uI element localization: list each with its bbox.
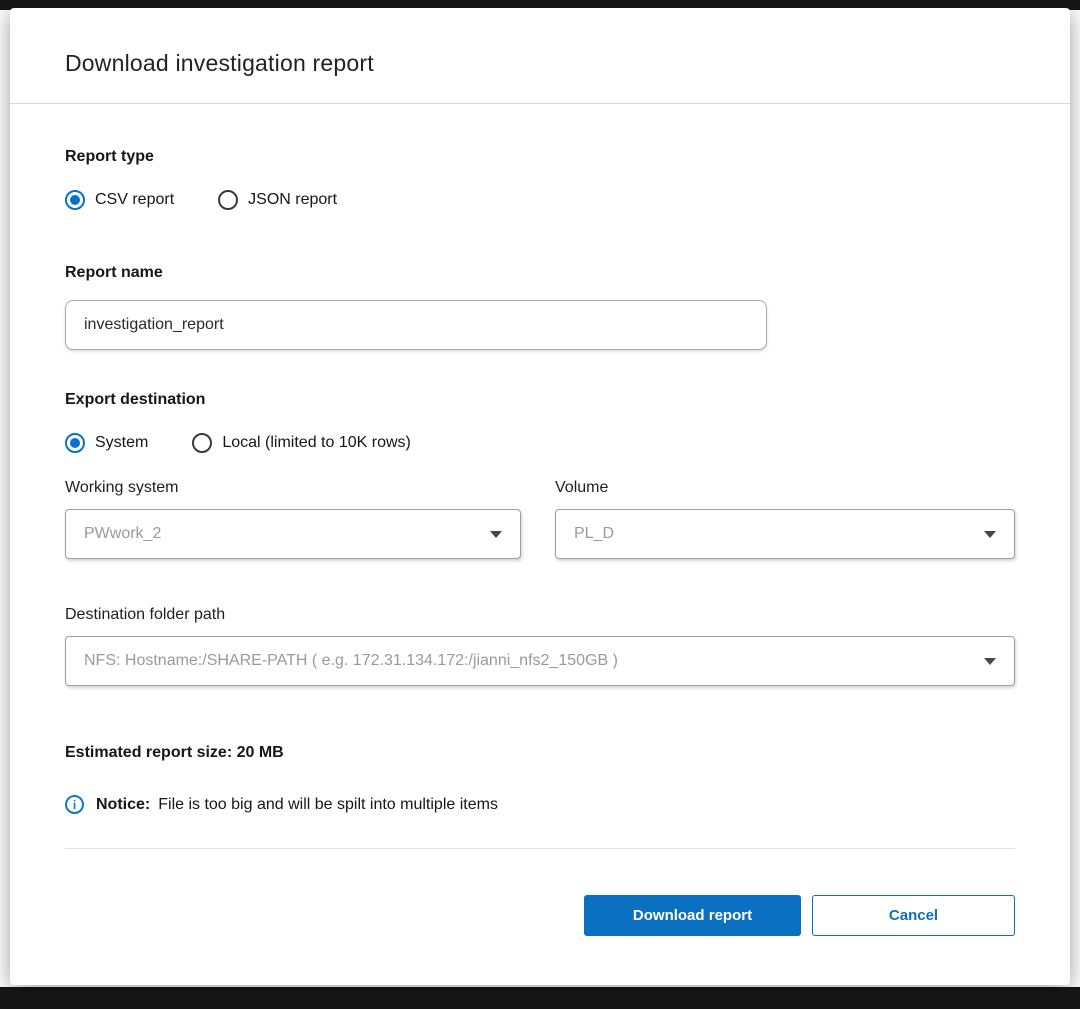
working-system-select[interactable]: PWwork_2	[65, 509, 521, 559]
radio-system[interactable]	[65, 433, 85, 453]
modal-header: Download investigation report	[10, 8, 1070, 103]
chevron-down-icon	[490, 531, 502, 538]
modal-content: Report type CSV report JSON report Repor…	[10, 148, 1070, 936]
download-report-button[interactable]: Download report	[584, 895, 801, 936]
notice-text: File is too big and will be spilt into m…	[158, 796, 498, 814]
chevron-down-icon	[984, 658, 996, 665]
chevron-down-icon	[984, 531, 996, 538]
report-name-input[interactable]	[65, 300, 767, 350]
radio-option-csv-report[interactable]: CSV report	[65, 190, 174, 210]
header-divider	[10, 103, 1070, 104]
background-bottom-strip	[0, 987, 1080, 1009]
system-volume-row: Working system PWwork_2 Volume PL_D	[65, 479, 1015, 559]
notice-prefix: Notice:	[96, 796, 150, 814]
button-row: Download report Cancel	[65, 895, 1015, 936]
radio-dot	[197, 438, 207, 448]
export-destination-label: Export destination	[65, 391, 1015, 409]
report-type-label: Report type	[65, 148, 1015, 166]
report-name-label: Report name	[65, 264, 1015, 282]
radio-json-report[interactable]	[218, 190, 238, 210]
radio-label-system: System	[95, 434, 148, 452]
radio-option-json-report[interactable]: JSON report	[218, 190, 337, 210]
export-destination-options: System Local (limited to 10K rows)	[65, 433, 1015, 453]
volume-field: Volume PL_D	[555, 479, 1015, 559]
report-type-options: CSV report JSON report	[65, 190, 1015, 210]
working-system-value: PWwork_2	[84, 525, 478, 543]
working-system-field: Working system PWwork_2	[65, 479, 521, 559]
modal-title: Download investigation report	[65, 50, 1015, 77]
radio-local[interactable]	[192, 433, 212, 453]
working-system-label: Working system	[65, 479, 521, 497]
radio-dot	[70, 195, 80, 205]
radio-csv-report[interactable]	[65, 190, 85, 210]
destination-folder-select[interactable]: NFS: Hostname:/SHARE-PATH ( e.g. 172.31.…	[65, 636, 1015, 686]
volume-select[interactable]: PL_D	[555, 509, 1015, 559]
volume-label: Volume	[555, 479, 1015, 497]
radio-label-csv: CSV report	[95, 191, 174, 209]
download-report-modal: Download investigation report Report typ…	[10, 8, 1070, 985]
destination-folder-placeholder: NFS: Hostname:/SHARE-PATH ( e.g. 172.31.…	[84, 652, 972, 670]
info-icon: i	[65, 795, 84, 814]
volume-value: PL_D	[574, 525, 972, 543]
notice-row: i Notice: File is too big and will be sp…	[65, 795, 1015, 814]
radio-dot	[223, 195, 233, 205]
cancel-button[interactable]: Cancel	[812, 895, 1015, 936]
radio-option-local[interactable]: Local (limited to 10K rows)	[192, 433, 411, 453]
radio-dot	[70, 438, 80, 448]
footer-divider	[65, 848, 1015, 849]
radio-option-system[interactable]: System	[65, 433, 148, 453]
radio-label-json: JSON report	[248, 191, 337, 209]
radio-label-local: Local (limited to 10K rows)	[222, 434, 411, 452]
estimated-size-text: Estimated report size: 20 MB	[65, 744, 1015, 762]
destination-folder-label: Destination folder path	[65, 606, 1015, 624]
